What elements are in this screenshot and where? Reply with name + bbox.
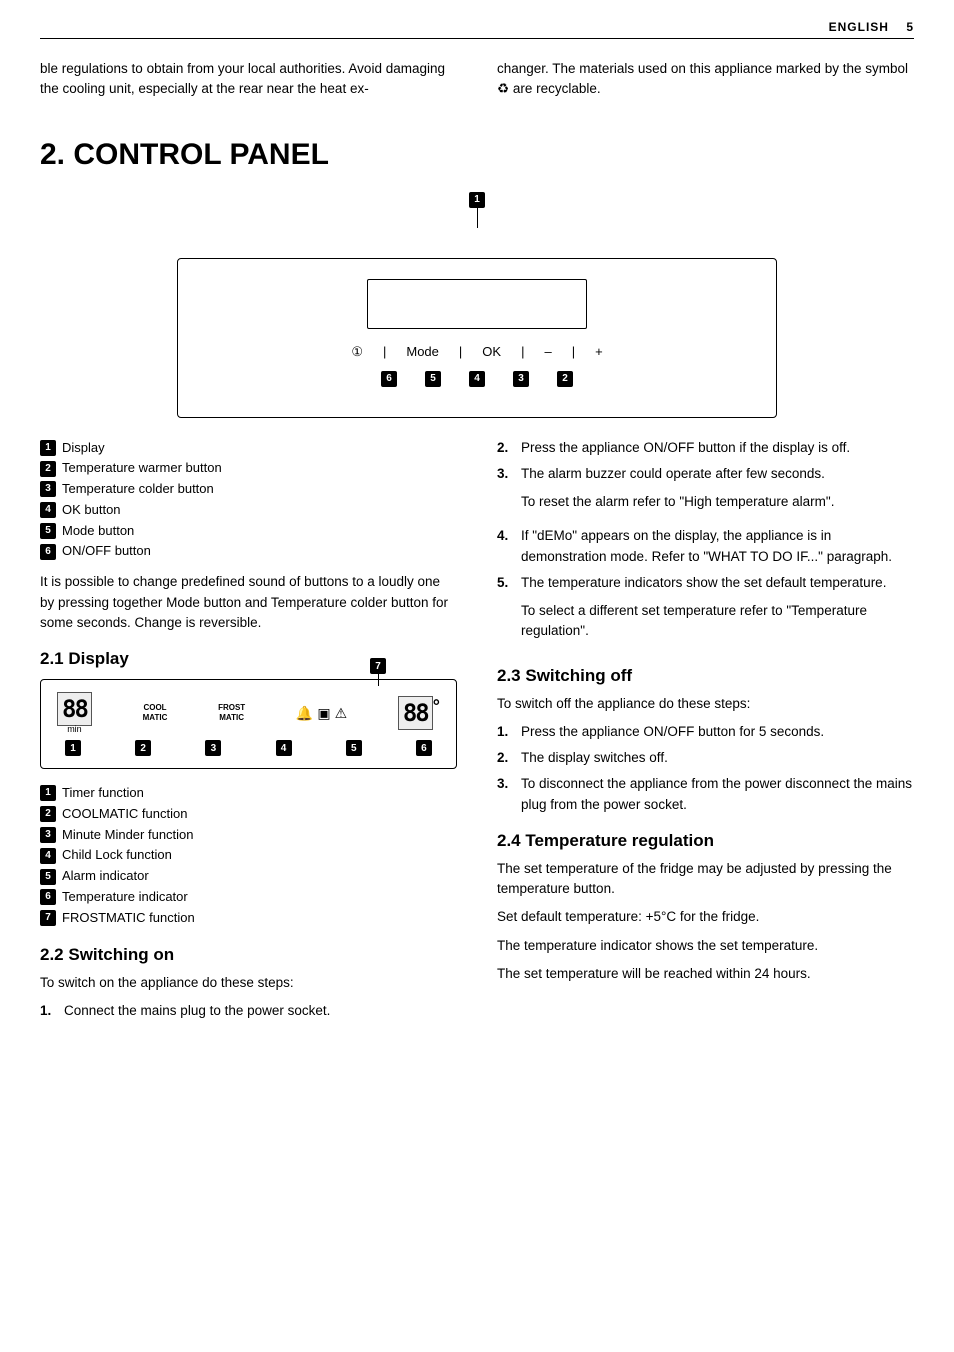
step-2-3-3: 3. To disconnect the appliance from the … — [497, 774, 914, 815]
section-title: 2. CONTROL PANEL — [40, 138, 914, 172]
main-content: 1 Display 2 Temperature warmer button 3 … — [40, 438, 914, 1028]
step-2-3-1: 1. Press the appliance ON/OFF button for… — [497, 722, 914, 742]
step-2-2-4: 4. If "dEMo" appears on the display, the… — [497, 526, 914, 567]
disp-badge-5: 5 — [346, 740, 362, 756]
page-number: 5 — [906, 20, 914, 34]
switching-off-intro: To switch off the appliance do these ste… — [497, 694, 914, 714]
part-item-1: 1 Display — [40, 438, 457, 459]
part-item-2: 2 Temperature warmer button — [40, 458, 457, 479]
display-inner: 88 min COOLMATIC FROSTMATIC 🔔 ▣ ⚠ — [57, 692, 440, 734]
switching-on-intro: To switch on the appliance do these step… — [40, 973, 457, 993]
step-2-3-2: 2. The display switches off. — [497, 748, 914, 768]
disp-badge-6: 6 — [416, 740, 432, 756]
disp-part-3: 3 Minute Minder function — [40, 825, 457, 846]
panel-note: It is possible to change predefined soun… — [40, 572, 457, 633]
intro-section: ble regulations to obtain from your loca… — [40, 59, 914, 108]
panel-outer: ① | Mode | OK | – | + 6 5 4 3 2 — [177, 258, 777, 418]
disp-part-5: 5 Alarm indicator — [40, 866, 457, 887]
step-2-2-3: 3. The alarm buzzer could operate after … — [497, 464, 914, 521]
disp-part-6: 6 Temperature indicator — [40, 887, 457, 908]
intro-text-1: ble regulations to obtain from your loca… — [40, 59, 457, 100]
language-label: ENGLISH — [829, 20, 889, 34]
seg-display-right: 88 — [398, 696, 433, 730]
badge-2: 2 — [557, 371, 573, 387]
part-item-3: 3 Temperature colder button — [40, 479, 457, 500]
degree-symbol: ° — [433, 696, 440, 717]
section-2-2-title: 2.2 Switching on — [40, 945, 457, 965]
panel-parts-list: 1 Display 2 Temperature warmer button 3 … — [40, 438, 457, 563]
disp-part-7: 7 FROSTMATIC function — [40, 908, 457, 929]
badge-1: 1 — [469, 192, 485, 208]
disp-badge-3: 3 — [205, 740, 221, 756]
left-column: 1 Display 2 Temperature warmer button 3 … — [40, 438, 457, 1028]
alarm-icon: ⚠ — [335, 705, 348, 722]
disp-badge-1: 1 — [65, 740, 81, 756]
part-item-5: 5 Mode button — [40, 521, 457, 542]
panel-display-box — [367, 279, 587, 329]
switching-on-steps: 1. Connect the mains plug to the power s… — [40, 1001, 457, 1021]
switching-on-steps-right: 2. Press the appliance ON/OFF button if … — [497, 438, 914, 650]
panel-label-row: 6 5 4 3 2 — [208, 371, 746, 387]
intro-col2: changer. The materials used on this appl… — [497, 59, 914, 108]
plus-button-label[interactable]: + — [595, 344, 603, 359]
part-item-6: 6 ON/OFF button — [40, 541, 457, 562]
badge-3: 3 — [513, 371, 529, 387]
temp-reg-para2: Set default temperature: +5°C for the fr… — [497, 907, 914, 927]
disp-part-4: 4 Child Lock function — [40, 845, 457, 866]
coolmatic-area: COOLMATIC — [143, 703, 168, 722]
section-2-4-title: 2.4 Temperature regulation — [497, 831, 914, 851]
section-2-1-title: 2.1 Display — [40, 649, 457, 669]
seg-display-left: 88 — [57, 692, 92, 726]
minus-button-label[interactable]: – — [544, 344, 551, 359]
ok-button-label[interactable]: OK — [482, 344, 501, 359]
temp-reg-para4: The set temperature will be reached with… — [497, 964, 914, 984]
part-item-4: 4 OK button — [40, 500, 457, 521]
step-2-2-2: 2. Press the appliance ON/OFF button if … — [497, 438, 914, 458]
temp-reg-para3: The temperature indicator shows the set … — [497, 936, 914, 956]
frostmatic-area: FROSTMATIC — [218, 703, 245, 722]
page-header: ENGLISH 5 — [40, 20, 914, 39]
step-2-2-5: 5. The temperature indicators show the s… — [497, 573, 914, 650]
disp-part-1: 1 Timer function — [40, 783, 457, 804]
panel-buttons-row: ① | Mode | OK | – | + — [208, 339, 746, 365]
bell-icon: 🔔 — [296, 705, 313, 722]
badge-5: 5 — [425, 371, 441, 387]
intro-text-2: changer. The materials used on this appl… — [497, 59, 914, 100]
control-panel-diagram: 1 ① | Mode | OK | – | + 6 5 4 3 2 — [177, 192, 777, 418]
badge-6: 6 — [381, 371, 397, 387]
badge-4: 4 — [469, 371, 485, 387]
right-column: 2. Press the appliance ON/OFF button if … — [497, 438, 914, 1028]
intro-col1: ble regulations to obtain from your loca… — [40, 59, 457, 108]
on-off-symbol: ① — [351, 344, 363, 360]
icons-row: 🔔 ▣ ⚠ — [296, 705, 347, 722]
lock-icon: ▣ — [317, 705, 330, 722]
disp-badge-4: 4 — [276, 740, 292, 756]
badge-7-display: 7 — [370, 658, 386, 674]
display-diagram: 7 88 min COOLMATIC FROSTMATIC — [40, 679, 457, 769]
disp-badge-2: 2 — [135, 740, 151, 756]
mode-button-label[interactable]: Mode — [406, 344, 439, 359]
section-2-3-title: 2.3 Switching off — [497, 666, 914, 686]
step-2-2-1: 1. Connect the mains plug to the power s… — [40, 1001, 457, 1021]
disp-part-2: 2 COOLMATIC function — [40, 804, 457, 825]
temp-reg-para1: The set temperature of the fridge may be… — [497, 859, 914, 900]
display-parts-list: 1 Timer function 2 COOLMATIC function 3 … — [40, 783, 457, 929]
switching-off-steps: 1. Press the appliance ON/OFF button for… — [497, 722, 914, 815]
